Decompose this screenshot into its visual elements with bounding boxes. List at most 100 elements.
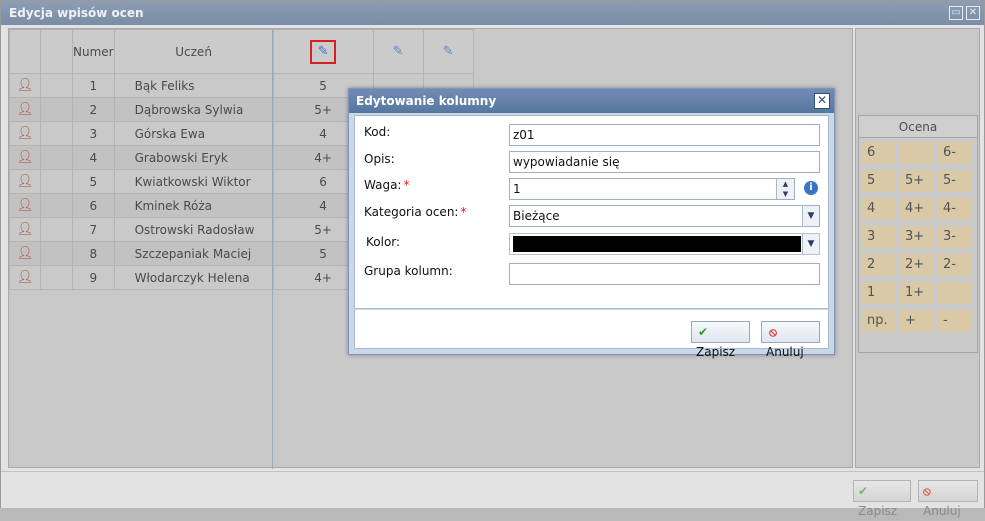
- dialog-cancel-button[interactable]: ⦸ Anuluj: [761, 321, 820, 359]
- pencil-icon[interactable]: ✎: [443, 44, 454, 59]
- dialog-close-button[interactable]: ✕: [814, 93, 830, 109]
- select-cell[interactable]: [40, 241, 73, 266]
- color-swatch: [513, 236, 801, 252]
- grade-option[interactable]: 2+: [899, 254, 933, 276]
- grade-option[interactable]: 4-: [937, 198, 971, 220]
- student-name: Kwiatkowski Wiktor: [113, 169, 274, 194]
- kolor-label: Kolor:: [366, 235, 401, 249]
- grade-picker-panel: Ocena 6 6- 5 5+ 5- 4 4+ 4- 3 3+ 3- 2 2+ 2- 1 1+ np. + -: [855, 28, 980, 468]
- spin-up-icon[interactable]: ▲: [777, 179, 794, 189]
- select-cell[interactable]: [40, 73, 73, 98]
- dialog-footer: ✔ Zapisz ⦸ Anuluj: [354, 309, 829, 359]
- person-icon: 👤︎: [16, 198, 34, 213]
- checkmark-icon: ✔: [858, 484, 869, 498]
- opis-input[interactable]: wypowiadanie się: [509, 151, 820, 173]
- kategoria-label-text: Kategoria ocen:: [364, 205, 459, 219]
- waga-label-text: Waga:: [364, 178, 402, 192]
- student-number: 5: [72, 169, 115, 194]
- student-icon-cell: 👤︎: [9, 217, 41, 242]
- student-name: Kminek Róża: [113, 193, 274, 218]
- window-cancel-button[interactable]: ⦸ Anuluj: [918, 480, 978, 518]
- student-icon-cell: 👤︎: [9, 145, 41, 170]
- student-number: 7: [72, 217, 115, 242]
- person-icon: 👤︎: [16, 174, 34, 189]
- edit-column-dialog: Edytowanie kolumny ✕ Kod: z01 Opis: wypo…: [348, 88, 835, 359]
- dialog-save-button[interactable]: ✔ Zapisz: [691, 321, 750, 359]
- grade-option[interactable]: 1+: [899, 282, 933, 304]
- select-cell[interactable]: [40, 145, 73, 170]
- grade-option[interactable]: +: [899, 310, 933, 332]
- chevron-down-icon[interactable]: ▼: [802, 234, 819, 254]
- grade-option[interactable]: 1: [861, 282, 895, 304]
- kolor-picker[interactable]: ▼: [509, 233, 820, 255]
- select-cell[interactable]: [40, 169, 73, 194]
- select-cell[interactable]: [40, 217, 73, 242]
- checkmark-icon: ✔: [697, 325, 709, 339]
- grade-option[interactable]: 5-: [937, 170, 971, 192]
- grade-option[interactable]: 3: [861, 226, 895, 248]
- opis-label: Opis:: [364, 152, 395, 166]
- dialog-form: Kod: z01 Opis: wypowiadanie się Waga: * 1…: [354, 115, 829, 309]
- pencil-icon[interactable]: ✎: [393, 44, 404, 59]
- student-name: Szczepaniak Maciej: [113, 241, 274, 266]
- select-cell[interactable]: [40, 97, 73, 122]
- header-grade-column-1[interactable]: ✎: [272, 29, 374, 74]
- grade-picker: Ocena 6 6- 5 5+ 5- 4 4+ 4- 3 3+ 3- 2 2+ 2- 1 1+ np. + -: [858, 115, 978, 353]
- grade-option[interactable]: 5: [861, 170, 895, 192]
- kategoria-select[interactable]: Bieżące ▼: [509, 205, 820, 227]
- student-icon-cell: 👤︎: [9, 265, 41, 290]
- spin-down-icon[interactable]: ▼: [777, 189, 794, 199]
- student-icon-cell: 👤︎: [9, 121, 41, 146]
- student-icon-cell: 👤︎: [9, 241, 41, 266]
- grade-option[interactable]: [937, 282, 971, 304]
- header-grade-column-3[interactable]: ✎: [422, 29, 474, 74]
- student-icon-cell: 👤︎: [9, 193, 41, 218]
- waga-input[interactable]: 1 ▲ ▼: [509, 178, 795, 200]
- dialog-cancel-label: Anuluj: [766, 345, 804, 359]
- grade-option[interactable]: [899, 142, 933, 164]
- grade-option[interactable]: np.: [861, 310, 895, 332]
- grade-option[interactable]: 3+: [899, 226, 933, 248]
- grade-option[interactable]: 3-: [937, 226, 971, 248]
- cancel-icon: ⦸: [923, 484, 931, 498]
- kod-label: Kod:: [364, 125, 391, 139]
- chevron-down-icon[interactable]: ▼: [802, 206, 819, 226]
- grade-option[interactable]: 2-: [937, 254, 971, 276]
- header-grade-column-2[interactable]: ✎: [372, 29, 424, 74]
- person-icon: 👤︎: [16, 102, 34, 117]
- grade-option[interactable]: 6: [861, 142, 895, 164]
- grupa-input[interactable]: [509, 263, 820, 285]
- student-icon-cell: 👤︎: [9, 169, 41, 194]
- student-icon-cell: 👤︎: [9, 73, 41, 98]
- select-cell[interactable]: [40, 121, 73, 146]
- info-icon[interactable]: i: [804, 181, 818, 195]
- kategoria-value: Bieżące: [513, 209, 560, 223]
- student-name: Włodarczyk Helena: [113, 265, 274, 290]
- grade-option[interactable]: -: [937, 310, 971, 332]
- waga-value: 1: [513, 182, 521, 196]
- save-label: Zapisz: [858, 504, 898, 518]
- select-cell[interactable]: [40, 193, 73, 218]
- maximize-button[interactable]: ▭: [949, 6, 963, 20]
- grade-option[interactable]: 5+: [899, 170, 933, 192]
- header-icon-column: [9, 29, 41, 74]
- person-icon: 👤︎: [16, 78, 34, 93]
- required-mark: *: [460, 205, 467, 219]
- grupa-label: Grupa kolumn:: [364, 264, 453, 278]
- pencil-icon: ✎: [317, 43, 329, 59]
- person-icon: 👤︎: [16, 222, 34, 237]
- waga-spinner[interactable]: ▲ ▼: [776, 179, 794, 199]
- kod-input[interactable]: z01: [509, 124, 820, 146]
- student-number: 1: [72, 73, 115, 98]
- edit-column-1-button[interactable]: ✎: [310, 39, 337, 64]
- grade-option[interactable]: 2: [861, 254, 895, 276]
- grade-option[interactable]: 4: [861, 198, 895, 220]
- kategoria-label: Kategoria ocen: *: [364, 205, 466, 219]
- window-save-button[interactable]: ✔ Zapisz: [853, 480, 911, 518]
- grade-option[interactable]: 4+: [899, 198, 933, 220]
- select-cell[interactable]: [40, 265, 73, 290]
- grade-option[interactable]: 6-: [937, 142, 971, 164]
- person-icon: 👤︎: [16, 270, 34, 285]
- window-close-button[interactable]: ✕: [966, 6, 980, 20]
- required-mark: *: [403, 178, 410, 192]
